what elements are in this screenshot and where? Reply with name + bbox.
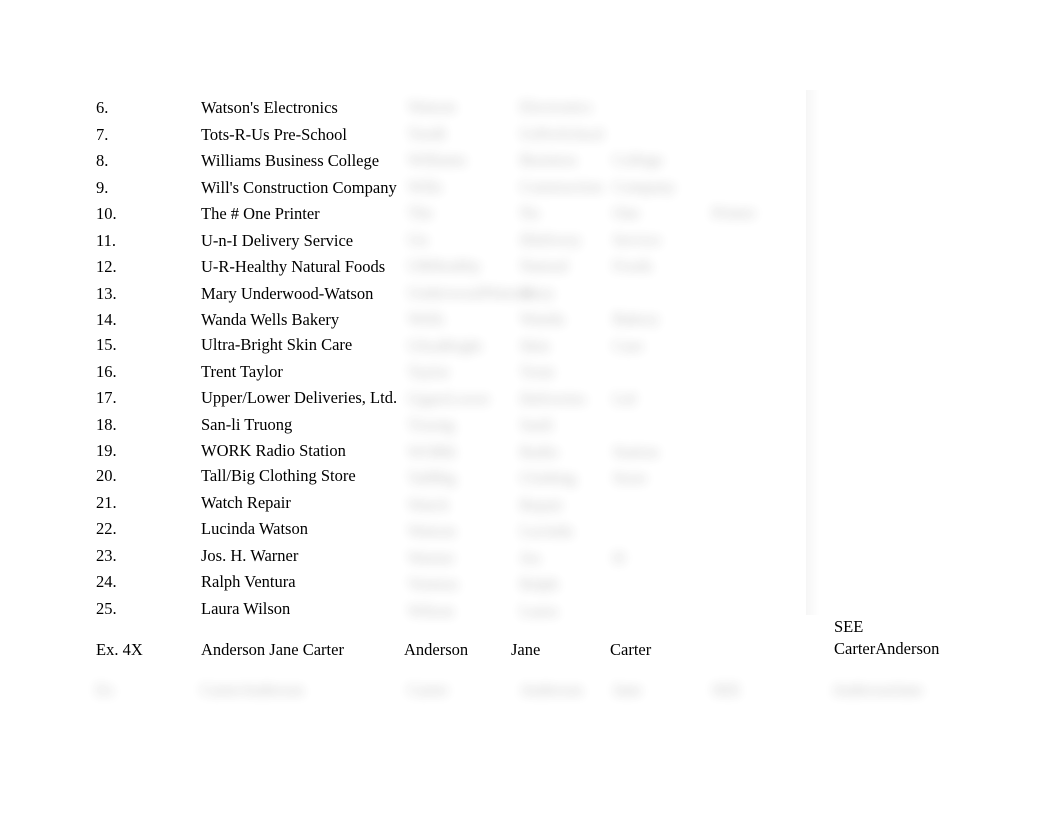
list-item-name: Mary Underwood-Watson (201, 283, 374, 303)
list-item: 19. WORK Radio Station (0, 438, 400, 465)
list-item-number: 11. (96, 230, 117, 250)
list-item-name: Watch Repair (201, 492, 291, 512)
list-item-number: 10. (96, 204, 117, 223)
exercise-list: 6. Watson's Electronics 7. Tots-R-Us Pre… (0, 0, 1062, 822)
list-item-number: 24. (96, 572, 117, 591)
list-item: 15. Ultra-Bright Skin Care (0, 332, 400, 359)
example-note-line-2: CarterAnderson (834, 639, 940, 658)
list-item-number: 14. (96, 310, 117, 329)
list-item-number: 16. (96, 361, 117, 381)
list-item-name: Tall/Big Clothing Store (201, 466, 356, 485)
list-item-number: 19. (96, 440, 117, 460)
list-item: 24. Ralph Ventura (0, 569, 400, 596)
list-item-number: 15. (96, 335, 117, 354)
example-label: Ex. 4X (96, 640, 143, 659)
list-item: 11. U-n-I Delivery Service (0, 228, 400, 255)
list-item-name: Will's Construction Company (201, 177, 397, 197)
list-item-number: 9. (96, 177, 109, 197)
list-item-name: Ralph Ventura (201, 572, 296, 591)
list-item: 25. Laura Wilson (0, 596, 400, 623)
list-item: 23. Jos. H. Warner (0, 543, 400, 570)
list-item: 6. Watson's Electronics (0, 95, 400, 122)
list-item-name: Lucinda Watson (201, 519, 308, 538)
example-unit-1: Anderson (404, 640, 469, 659)
list-item-name: Ultra-Bright Skin Care (201, 335, 353, 354)
list-item-name: Trent Taylor (201, 361, 283, 381)
list-item-number: 17. (96, 388, 117, 407)
list-item-number: 12. (96, 257, 117, 276)
list-item-name: Watson's Electronics (201, 98, 338, 117)
example-cross-reference-note: SEE CarterAnderson (834, 616, 964, 660)
list-item-number: 20. (96, 466, 117, 485)
list-item-number: 13. (96, 283, 117, 303)
list-item-name: Williams Business College (201, 151, 380, 170)
list-item-name: U-n-I Delivery Service (201, 230, 354, 250)
list-item-name: Upper/Lower Deliveries, Ltd. (201, 388, 398, 407)
list-item: 18. San-li Truong (0, 412, 400, 439)
list-item-name: The # One Printer (201, 204, 320, 223)
list-item-number: 25. (96, 598, 117, 618)
list-item-number: 23. (96, 545, 117, 565)
list-item-number: 21. (96, 492, 117, 512)
list-item: 7. Tots-R-Us Pre-School (0, 122, 400, 149)
list-item-name: San-li Truong (201, 414, 293, 434)
document-page: Watson Electronics TotsR UsPreSchool Wil… (0, 0, 1062, 822)
list-item-name: Laura Wilson (201, 598, 291, 618)
list-item: 9. Will's Construction Company (0, 175, 400, 202)
list-item-number: 18. (96, 414, 117, 434)
list-item: 21. Watch Repair (0, 490, 400, 517)
list-item: 13. Mary Underwood-Watson (0, 281, 400, 308)
list-item-number: 6. (96, 98, 109, 117)
list-item: 20. Tall/Big Clothing Store (0, 463, 400, 490)
list-item-name: WORK Radio Station (201, 440, 346, 460)
list-item: 16. Trent Taylor (0, 359, 400, 386)
list-item-name: Jos. H. Warner (201, 545, 299, 565)
example-source-name: Anderson Jane Carter (201, 640, 344, 659)
list-item: 22. Lucinda Watson (0, 516, 400, 543)
list-item-number: 7. (96, 124, 109, 144)
example-unit-3: Carter (610, 640, 652, 659)
list-item-name: Tots-R-Us Pre-School (201, 124, 347, 144)
example-unit-2: Jane (511, 640, 541, 659)
example-note-line-1: SEE (834, 617, 864, 636)
list-item: 17. Upper/Lower Deliveries, Ltd. (0, 385, 400, 412)
list-item: 14. Wanda Wells Bakery (0, 307, 400, 334)
list-item: 8. Williams Business College (0, 148, 400, 175)
list-item: 10. The # One Printer (0, 201, 400, 228)
list-item-number: 8. (96, 151, 109, 170)
list-item: 12. U-R-Healthy Natural Foods (0, 254, 400, 281)
list-item-name: Wanda Wells Bakery (201, 310, 340, 329)
list-item-name: U-R-Healthy Natural Foods (201, 257, 386, 276)
list-item-number: 22. (96, 519, 117, 538)
